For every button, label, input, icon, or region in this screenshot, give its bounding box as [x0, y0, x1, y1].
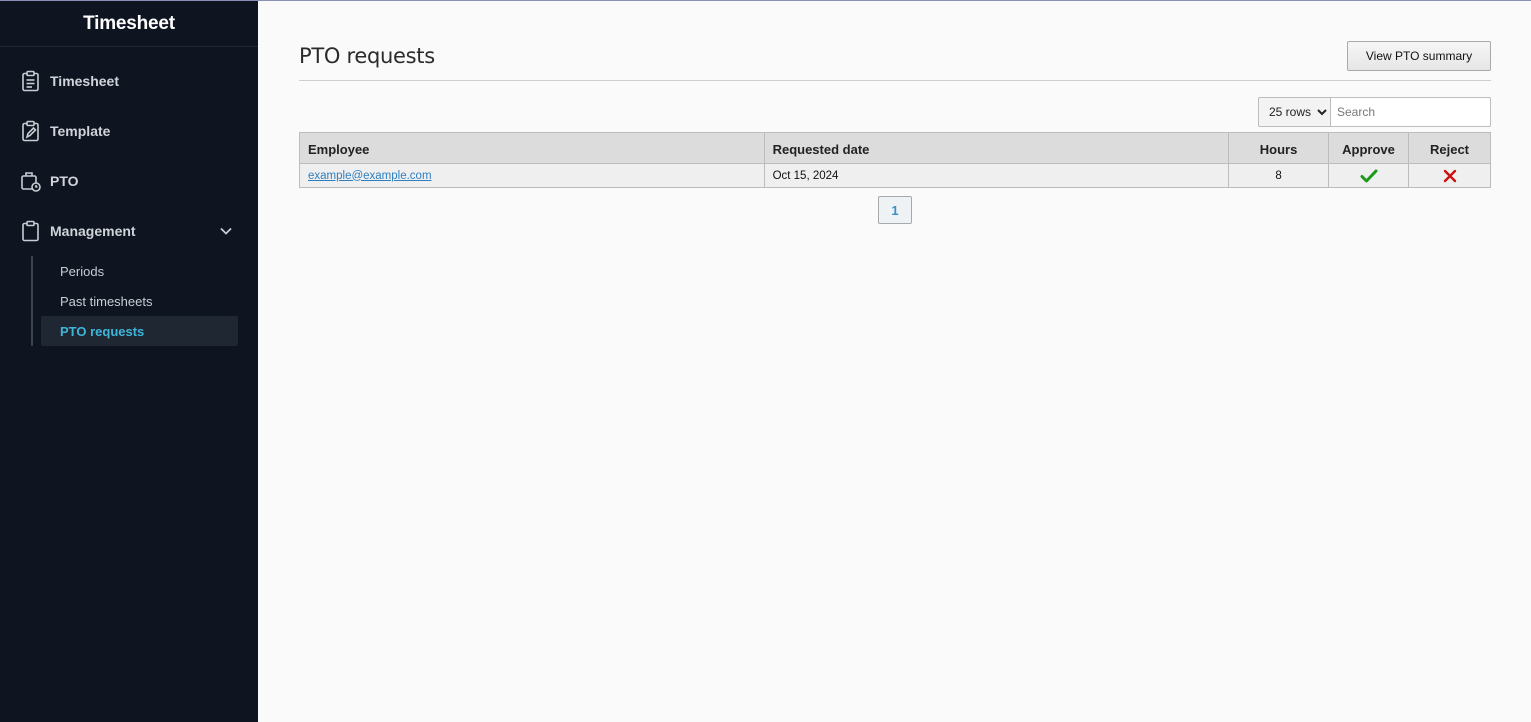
- nav-item-timesheet[interactable]: Timesheet: [20, 69, 119, 93]
- pto-requests-table: Employee Requested date Hours Approve Re…: [299, 132, 1491, 188]
- view-pto-summary-button[interactable]: View PTO summary: [1347, 41, 1491, 71]
- table-header-row: Employee Requested date Hours Approve Re…: [299, 132, 1491, 164]
- title-divider: [299, 80, 1491, 81]
- requested-date-cell: Oct 15, 2024: [763, 163, 1230, 188]
- subnav-item-past-timesheets[interactable]: Past timesheets: [41, 286, 238, 316]
- briefcase-clock-icon: [20, 170, 41, 192]
- subnav-divider: [31, 256, 33, 346]
- table-row: example@example.com Oct 15, 2024 8: [299, 163, 1491, 188]
- clipboard-list-icon: [20, 70, 41, 92]
- clipboard-edit-icon: [20, 120, 41, 142]
- nav-item-template[interactable]: Template: [20, 119, 110, 143]
- employee-link[interactable]: example@example.com: [308, 170, 432, 182]
- nav-item-pto[interactable]: PTO: [20, 169, 79, 193]
- x-mark-icon[interactable]: [1443, 169, 1457, 182]
- column-header-requested-date[interactable]: Requested date: [763, 132, 1230, 164]
- hours-cell: 8: [1228, 163, 1330, 188]
- chevron-down-icon[interactable]: [218, 223, 234, 239]
- sidebar: Timesheet Timesheet Template PTO Managem…: [0, 1, 258, 722]
- subnav-item-periods[interactable]: Periods: [41, 256, 238, 286]
- app-brand: Timesheet: [0, 1, 258, 47]
- rows-per-page-select[interactable]: 25 rows: [1258, 97, 1331, 127]
- checkmark-icon[interactable]: [1360, 169, 1378, 182]
- approve-cell: [1328, 163, 1409, 188]
- page-title: PTO requests: [299, 44, 435, 68]
- column-header-hours[interactable]: Hours: [1228, 132, 1330, 164]
- main-content: PTO requests View PTO summary 25 rows Em…: [258, 1, 1531, 722]
- reject-cell: [1408, 163, 1491, 188]
- nav-item-label: Management: [50, 223, 136, 239]
- clipboard-icon: [20, 220, 41, 242]
- subnav-item-pto-requests[interactable]: PTO requests: [41, 316, 238, 346]
- nav-item-label: PTO: [50, 173, 79, 189]
- column-header-reject: Reject: [1408, 132, 1491, 164]
- nav-item-label: Template: [50, 123, 111, 139]
- nav-item-management[interactable]: Management: [20, 219, 136, 243]
- column-header-employee[interactable]: Employee: [299, 132, 765, 164]
- column-header-approve: Approve: [1328, 132, 1409, 164]
- search-input[interactable]: [1330, 97, 1491, 127]
- pagination-page-button[interactable]: 1: [878, 196, 912, 224]
- nav-item-label: Timesheet: [50, 73, 119, 89]
- employee-cell: example@example.com: [299, 163, 765, 188]
